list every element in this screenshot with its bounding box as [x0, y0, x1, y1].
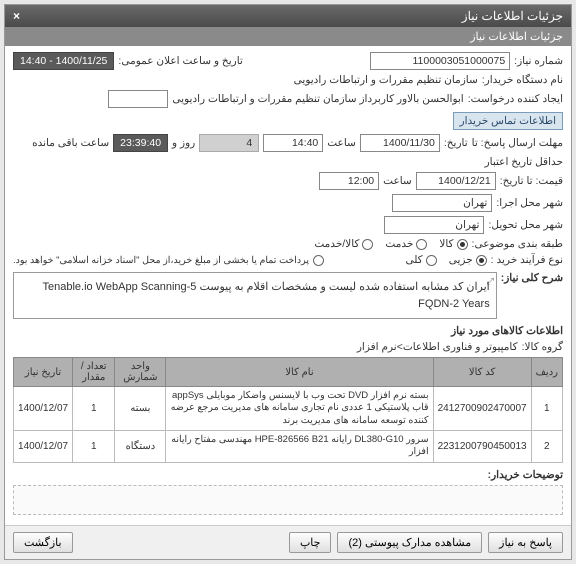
value-goods-group: کامپیوتر و فناوری اطلاعات>نرم افزار	[357, 341, 518, 353]
field-remain-time: 23:39:40	[113, 134, 168, 152]
radio-icon	[476, 255, 487, 266]
label-valid-min: حداقل تاریخ اعتبار	[485, 156, 563, 168]
th-idx: ردیف	[531, 358, 562, 387]
label-exec-city: شهر محل اجرا:	[496, 197, 563, 209]
label-goods-info: اطلاعات کالاهای مورد نیاز	[451, 325, 563, 337]
checkbox-partial-pay[interactable]	[313, 255, 324, 266]
radio-icon	[426, 255, 437, 266]
window-title: جزئیات اطلاعات نیاز	[462, 9, 563, 23]
table-row[interactable]: 2 2231200790450013 سرور DL380-G10 رایانه…	[14, 431, 563, 463]
section-header: جزئیات اطلاعات نیاز	[5, 27, 571, 46]
label-deadline: مهلت ارسال پاسخ: تا	[472, 137, 563, 149]
value-buyer: سازمان تنظیم مقررات و ارتباطات رادیویی	[294, 74, 478, 86]
form-area: شماره نیاز: 1100003051000075 تاریخ و ساع…	[5, 46, 571, 525]
th-qty: تعداد / مقدار	[73, 358, 115, 387]
close-icon[interactable]: ×	[13, 9, 20, 23]
buytype-radios: جزیی کلی	[405, 254, 486, 266]
reply-button[interactable]: پاسخ به نیاز	[488, 532, 563, 553]
th-date: تاریخ نیاز	[14, 358, 73, 387]
field-deadline-date: 1400/11/30	[360, 134, 440, 152]
radio-kala[interactable]: کالا	[439, 238, 467, 250]
radio-koli[interactable]: کلی	[405, 254, 436, 266]
main-desc-box: ⤢ ایران کد مشابه استفاده شده لیست و مشخص…	[13, 272, 497, 319]
label-requester: ایجاد کننده درخواست:	[468, 93, 563, 105]
field-valid-time: 12:00	[319, 172, 379, 190]
th-name: نام کالا	[166, 358, 433, 387]
label-buyer: نام دستگاه خریدار:	[482, 74, 563, 86]
label-clock1: ساعت	[327, 137, 356, 149]
label-buy-type: نوع فرآیند خرید :	[491, 254, 563, 266]
th-unit: واحد شمارش	[115, 358, 166, 387]
radio-jozei[interactable]: جزیی	[449, 254, 487, 266]
label-remain: ساعت باقی مانده	[32, 137, 109, 149]
attachments-button[interactable]: مشاهده مدارک پیوستی (2)	[337, 532, 482, 553]
label-goods-group: گروه کالا:	[522, 341, 563, 353]
main-desc-text: ایران کد مشابه استفاده شده لیست و مشخصات…	[43, 281, 490, 310]
radio-icon	[416, 239, 427, 250]
th-code: کد کالا	[433, 358, 531, 387]
field-deadline-time: 14:40	[263, 134, 323, 152]
field-valid-date: 1400/12/21	[416, 172, 496, 190]
dialog-window: جزئیات اطلاعات نیاز × جزئیات اطلاعات نیا…	[4, 4, 572, 560]
goods-table: ردیف کد کالا نام کالا واحد شمارش تعداد /…	[13, 357, 563, 463]
expand-icon[interactable]: ⤢	[487, 275, 494, 289]
label-deadline-prefix: تاریخ:	[444, 137, 468, 149]
label-deliver-city: شهر محل تحویل:	[488, 219, 563, 231]
value-requester: ابوالحسن بالاور کاربرداز سازمان تنظیم مق…	[172, 93, 463, 105]
checkbox-icon	[313, 255, 324, 266]
footer-buttons: پاسخ به نیاز مشاهده مدارک پیوستی (2) چاپ…	[5, 525, 571, 559]
field-deliver-city: تهران	[384, 216, 484, 234]
field-pub-date: 1400/11/25 - 14:40	[13, 52, 114, 70]
label-buyer-remarks: توضیحات خریدار:	[488, 469, 563, 481]
table-row[interactable]: 1 2412700902470007 بسته نرم افزار DVD تح…	[14, 387, 563, 431]
label-main-desc: شرح کلی نیاز:	[501, 272, 563, 284]
titlebar: جزئیات اطلاعات نیاز ×	[5, 5, 571, 27]
radio-icon	[362, 239, 373, 250]
label-need-no: شماره نیاز:	[514, 55, 563, 67]
radio-both[interactable]: کالا/خدمت	[314, 238, 373, 250]
label-price-until: قیمت: تا تاریخ:	[500, 175, 563, 187]
field-exec-city: تهران	[392, 194, 492, 212]
label-partial-pay: پرداخت تمام یا بخشی از مبلغ خرید،از محل …	[13, 255, 309, 266]
field-contact-blank	[108, 90, 168, 108]
field-need-no: 1100003051000075	[370, 52, 510, 70]
grouping-radios: کالا خدمت کالا/خدمت	[314, 238, 467, 250]
label-clock2: ساعت	[383, 175, 412, 187]
close-button[interactable]: بازگشت	[13, 532, 73, 553]
label-day-and: روز و	[172, 137, 195, 149]
label-pub-date: تاریخ و ساعت اعلان عمومی:	[118, 55, 242, 67]
buyer-remarks-area	[13, 485, 563, 515]
field-days: 4	[199, 134, 259, 152]
radio-icon	[457, 239, 468, 250]
contact-button[interactable]: اطلاعات تماس خریدار	[453, 112, 563, 130]
radio-khedmat[interactable]: خدمت	[385, 238, 427, 250]
label-grouping: طبقه بندی موضوعی:	[472, 238, 563, 250]
print-button[interactable]: چاپ	[289, 532, 332, 553]
